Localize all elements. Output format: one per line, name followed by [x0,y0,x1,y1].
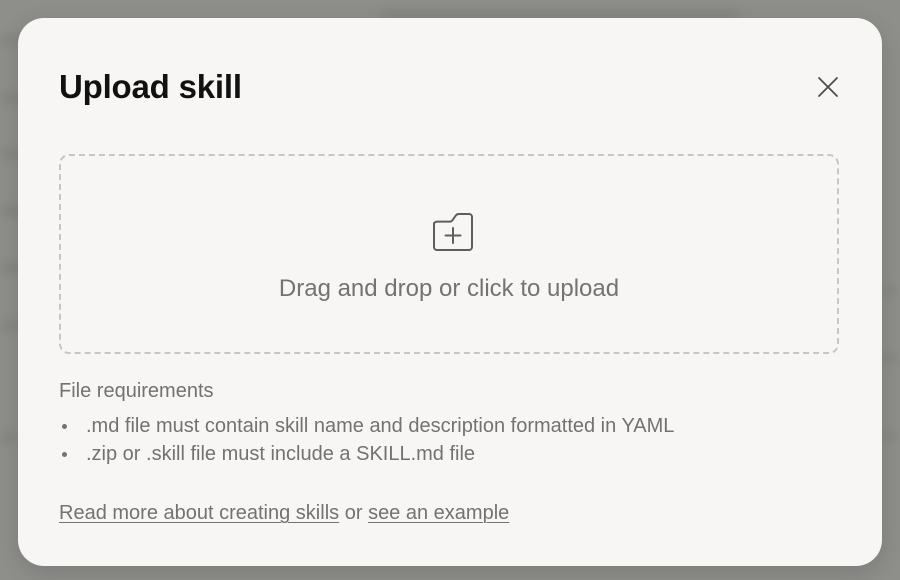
file-requirements-heading: File requirements [59,380,214,402]
close-icon [813,72,843,102]
folder-plus-icon [430,212,476,252]
background-text-line [0,432,16,444]
close-button[interactable] [813,72,843,102]
file-requirements-list: .md file must contain skill name and des… [59,412,674,468]
requirement-item: .md file must contain skill name and des… [59,412,674,440]
requirement-item: .zip or .skill file must include a SKILL… [59,440,674,468]
help-links: Read more about creating skills or see a… [59,501,509,525]
dialog-title: Upload skill [59,68,242,105]
upload-skill-dialog: Upload skill Drag and drop or click to u… [18,18,882,566]
link-separator: or [344,502,363,524]
dropzone-instructions: Drag and drop or click to upload [278,275,620,302]
file-dropzone[interactable]: Drag and drop or click to upload [59,154,839,354]
creating-skills-link[interactable]: Read more about creating skills [59,502,339,524]
background-text-line [884,352,898,364]
example-link[interactable]: see an example [368,502,509,524]
background-text-line [884,285,898,297]
background-text-line [884,430,898,442]
